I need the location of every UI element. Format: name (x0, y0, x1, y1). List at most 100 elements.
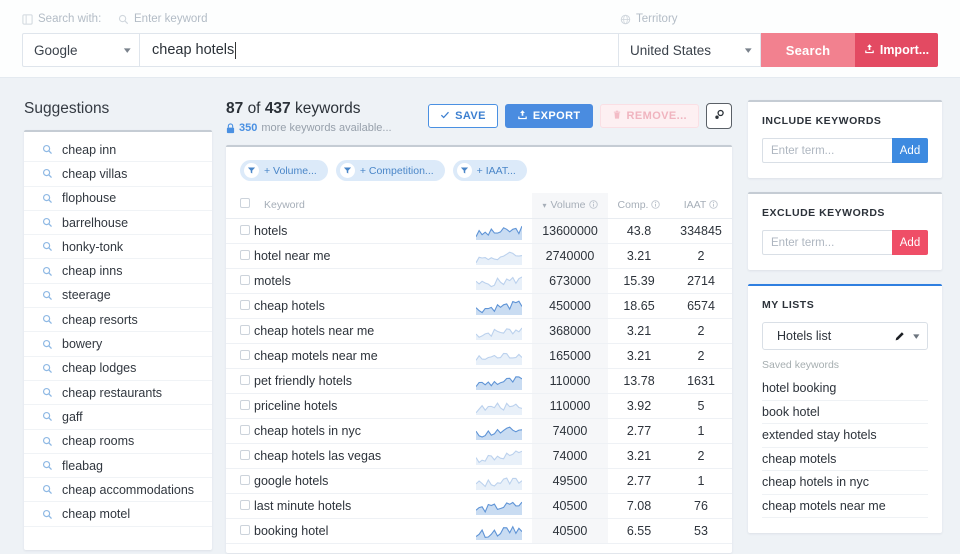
keywords-count: 87 of 437 keywords (226, 100, 392, 118)
row-checkbox[interactable] (240, 250, 250, 260)
edit-pencil-icon[interactable] (894, 331, 905, 342)
search-icon (42, 387, 53, 398)
cell-iaat: 2 (670, 444, 732, 469)
table-row[interactable]: motels67300015.392714 (226, 269, 732, 294)
column-header-keyword[interactable]: Keyword (254, 193, 476, 219)
row-checkbox[interactable] (240, 450, 250, 460)
row-checkbox[interactable] (240, 475, 250, 485)
suggestion-item[interactable]: fleabag (24, 454, 212, 478)
table-row[interactable]: booking hotel405006.5553 (226, 519, 732, 544)
filter-chips: + Volume... + Competition... + IAAT... (226, 147, 732, 193)
table-row[interactable]: cheap hotels in nyc740002.771 (226, 419, 732, 444)
cell-trend-sparkline (476, 319, 532, 344)
cell-keyword: google hotels (254, 469, 476, 494)
info-icon[interactable] (589, 200, 598, 209)
saved-keyword-item[interactable]: extended stay hotels (762, 424, 928, 448)
row-checkbox[interactable] (240, 500, 250, 510)
cell-keyword: cheap motels near me (254, 344, 476, 369)
suggestion-item[interactable]: barrelhouse (24, 211, 212, 235)
cell-iaat: 53 (670, 519, 732, 544)
settings-icon-button[interactable] (706, 103, 732, 129)
cell-trend-sparkline (476, 369, 532, 394)
save-button[interactable]: SAVE (428, 104, 498, 128)
chevron-down-icon[interactable]: ▾ (914, 331, 920, 342)
table-row[interactable]: priceline hotels1100003.925 (226, 394, 732, 419)
list-select[interactable]: Hotels list ▾ (762, 322, 928, 350)
table-row[interactable]: hotels1360000043.8334845 (226, 219, 732, 244)
search-icon (42, 193, 53, 204)
saved-keyword-item[interactable]: cheap hotels in nyc (762, 471, 928, 495)
suggestion-item[interactable]: cheap resorts (24, 308, 212, 332)
search-icon (42, 460, 53, 471)
locked-count: 350 (239, 122, 257, 134)
saved-keyword-item[interactable]: cheap motels (762, 448, 928, 472)
table-row[interactable]: cheap hotels las vegas740003.212 (226, 444, 732, 469)
territory-select[interactable]: United States ▾ (619, 33, 761, 67)
table-row[interactable]: google hotels495002.771 (226, 469, 732, 494)
suggestion-label: steerage (62, 288, 111, 302)
suggestion-label: barrelhouse (62, 216, 128, 230)
suggestion-item[interactable]: cheap inns (24, 259, 212, 283)
table-row[interactable]: cheap hotels45000018.656574 (226, 294, 732, 319)
column-header-volume[interactable]: ▾Volume (532, 193, 608, 219)
row-checkbox-cell (226, 494, 254, 519)
table-row[interactable]: cheap hotels near me3680003.212 (226, 319, 732, 344)
include-term-input[interactable]: Enter term... (762, 138, 892, 163)
suggestion-item[interactable]: cheap accommodations (24, 478, 212, 502)
suggestion-item[interactable]: cheap inn (24, 138, 212, 162)
saved-keyword-item[interactable]: book hotel (762, 401, 928, 425)
select-all-checkbox[interactable] (240, 198, 250, 208)
row-checkbox[interactable] (240, 225, 250, 235)
suggestion-item[interactable]: flophouse (24, 187, 212, 211)
row-checkbox[interactable] (240, 375, 250, 385)
suggestion-item[interactable]: cheap restaurants (24, 381, 212, 405)
filter-chip[interactable]: + Competition... (336, 160, 445, 181)
suggestion-label: cheap rooms (62, 434, 134, 448)
suggestion-item[interactable]: cheap motel (24, 502, 212, 526)
row-checkbox[interactable] (240, 275, 250, 285)
filter-chip[interactable]: + IAAT... (453, 160, 527, 181)
column-header-comp-label: Comp. (618, 199, 649, 211)
table-row[interactable]: pet friendly hotels11000013.781631 (226, 369, 732, 394)
cell-volume: 110000 (532, 369, 608, 394)
table-row[interactable]: cheap motels near me1650003.212 (226, 344, 732, 369)
download-icon (517, 109, 528, 123)
column-header-volume-label: Volume (550, 199, 585, 211)
table-row[interactable]: hotel near me27400003.212 (226, 244, 732, 269)
suggestions-panel: Suggestions cheap inncheap villasflophou… (0, 100, 212, 554)
search-engine-select[interactable]: Google ▾ (22, 33, 140, 67)
exclude-add-button[interactable]: Add (892, 230, 928, 255)
column-header-comp[interactable]: Comp. (608, 193, 670, 219)
saved-keyword-item[interactable]: cheap motels near me (762, 495, 928, 519)
suggestion-item[interactable]: cheap villas (24, 162, 212, 186)
export-button[interactable]: EXPORT (505, 104, 593, 128)
info-icon[interactable] (651, 200, 660, 209)
row-checkbox[interactable] (240, 400, 250, 410)
info-icon[interactable] (709, 200, 718, 209)
column-header-iaat[interactable]: IAAT (670, 193, 732, 219)
row-checkbox[interactable] (240, 525, 250, 535)
suggestion-label: cheap resorts (62, 313, 138, 327)
suggestion-item[interactable]: bowery (24, 332, 212, 356)
suggestion-item[interactable]: cheap rooms (24, 430, 212, 454)
row-checkbox[interactable] (240, 350, 250, 360)
import-button[interactable]: Import... (855, 33, 938, 67)
suggestion-item[interactable]: gaff (24, 405, 212, 429)
suggestion-item[interactable]: cheap lodges (24, 357, 212, 381)
exclude-term-input[interactable]: Enter term... (762, 230, 892, 255)
keyword-input[interactable]: cheap hotels (140, 33, 619, 67)
suggestion-item[interactable]: steerage (24, 284, 212, 308)
cell-iaat: 6574 (670, 294, 732, 319)
search-button[interactable]: Search (761, 33, 855, 67)
suggestion-item[interactable]: honky-tonk (24, 235, 212, 259)
row-checkbox[interactable] (240, 300, 250, 310)
saved-keyword-item[interactable]: hotel booking (762, 377, 928, 401)
row-checkbox[interactable] (240, 325, 250, 335)
include-add-button[interactable]: Add (892, 138, 928, 163)
locked-keywords-note[interactable]: 350 more keywords available... (226, 122, 392, 134)
filter-chip[interactable]: + Volume... (240, 160, 328, 181)
search-with-label: Search with: (38, 13, 101, 25)
cell-keyword: cheap hotels las vegas (254, 444, 476, 469)
table-row[interactable]: last minute hotels405007.0876 (226, 494, 732, 519)
row-checkbox[interactable] (240, 425, 250, 435)
